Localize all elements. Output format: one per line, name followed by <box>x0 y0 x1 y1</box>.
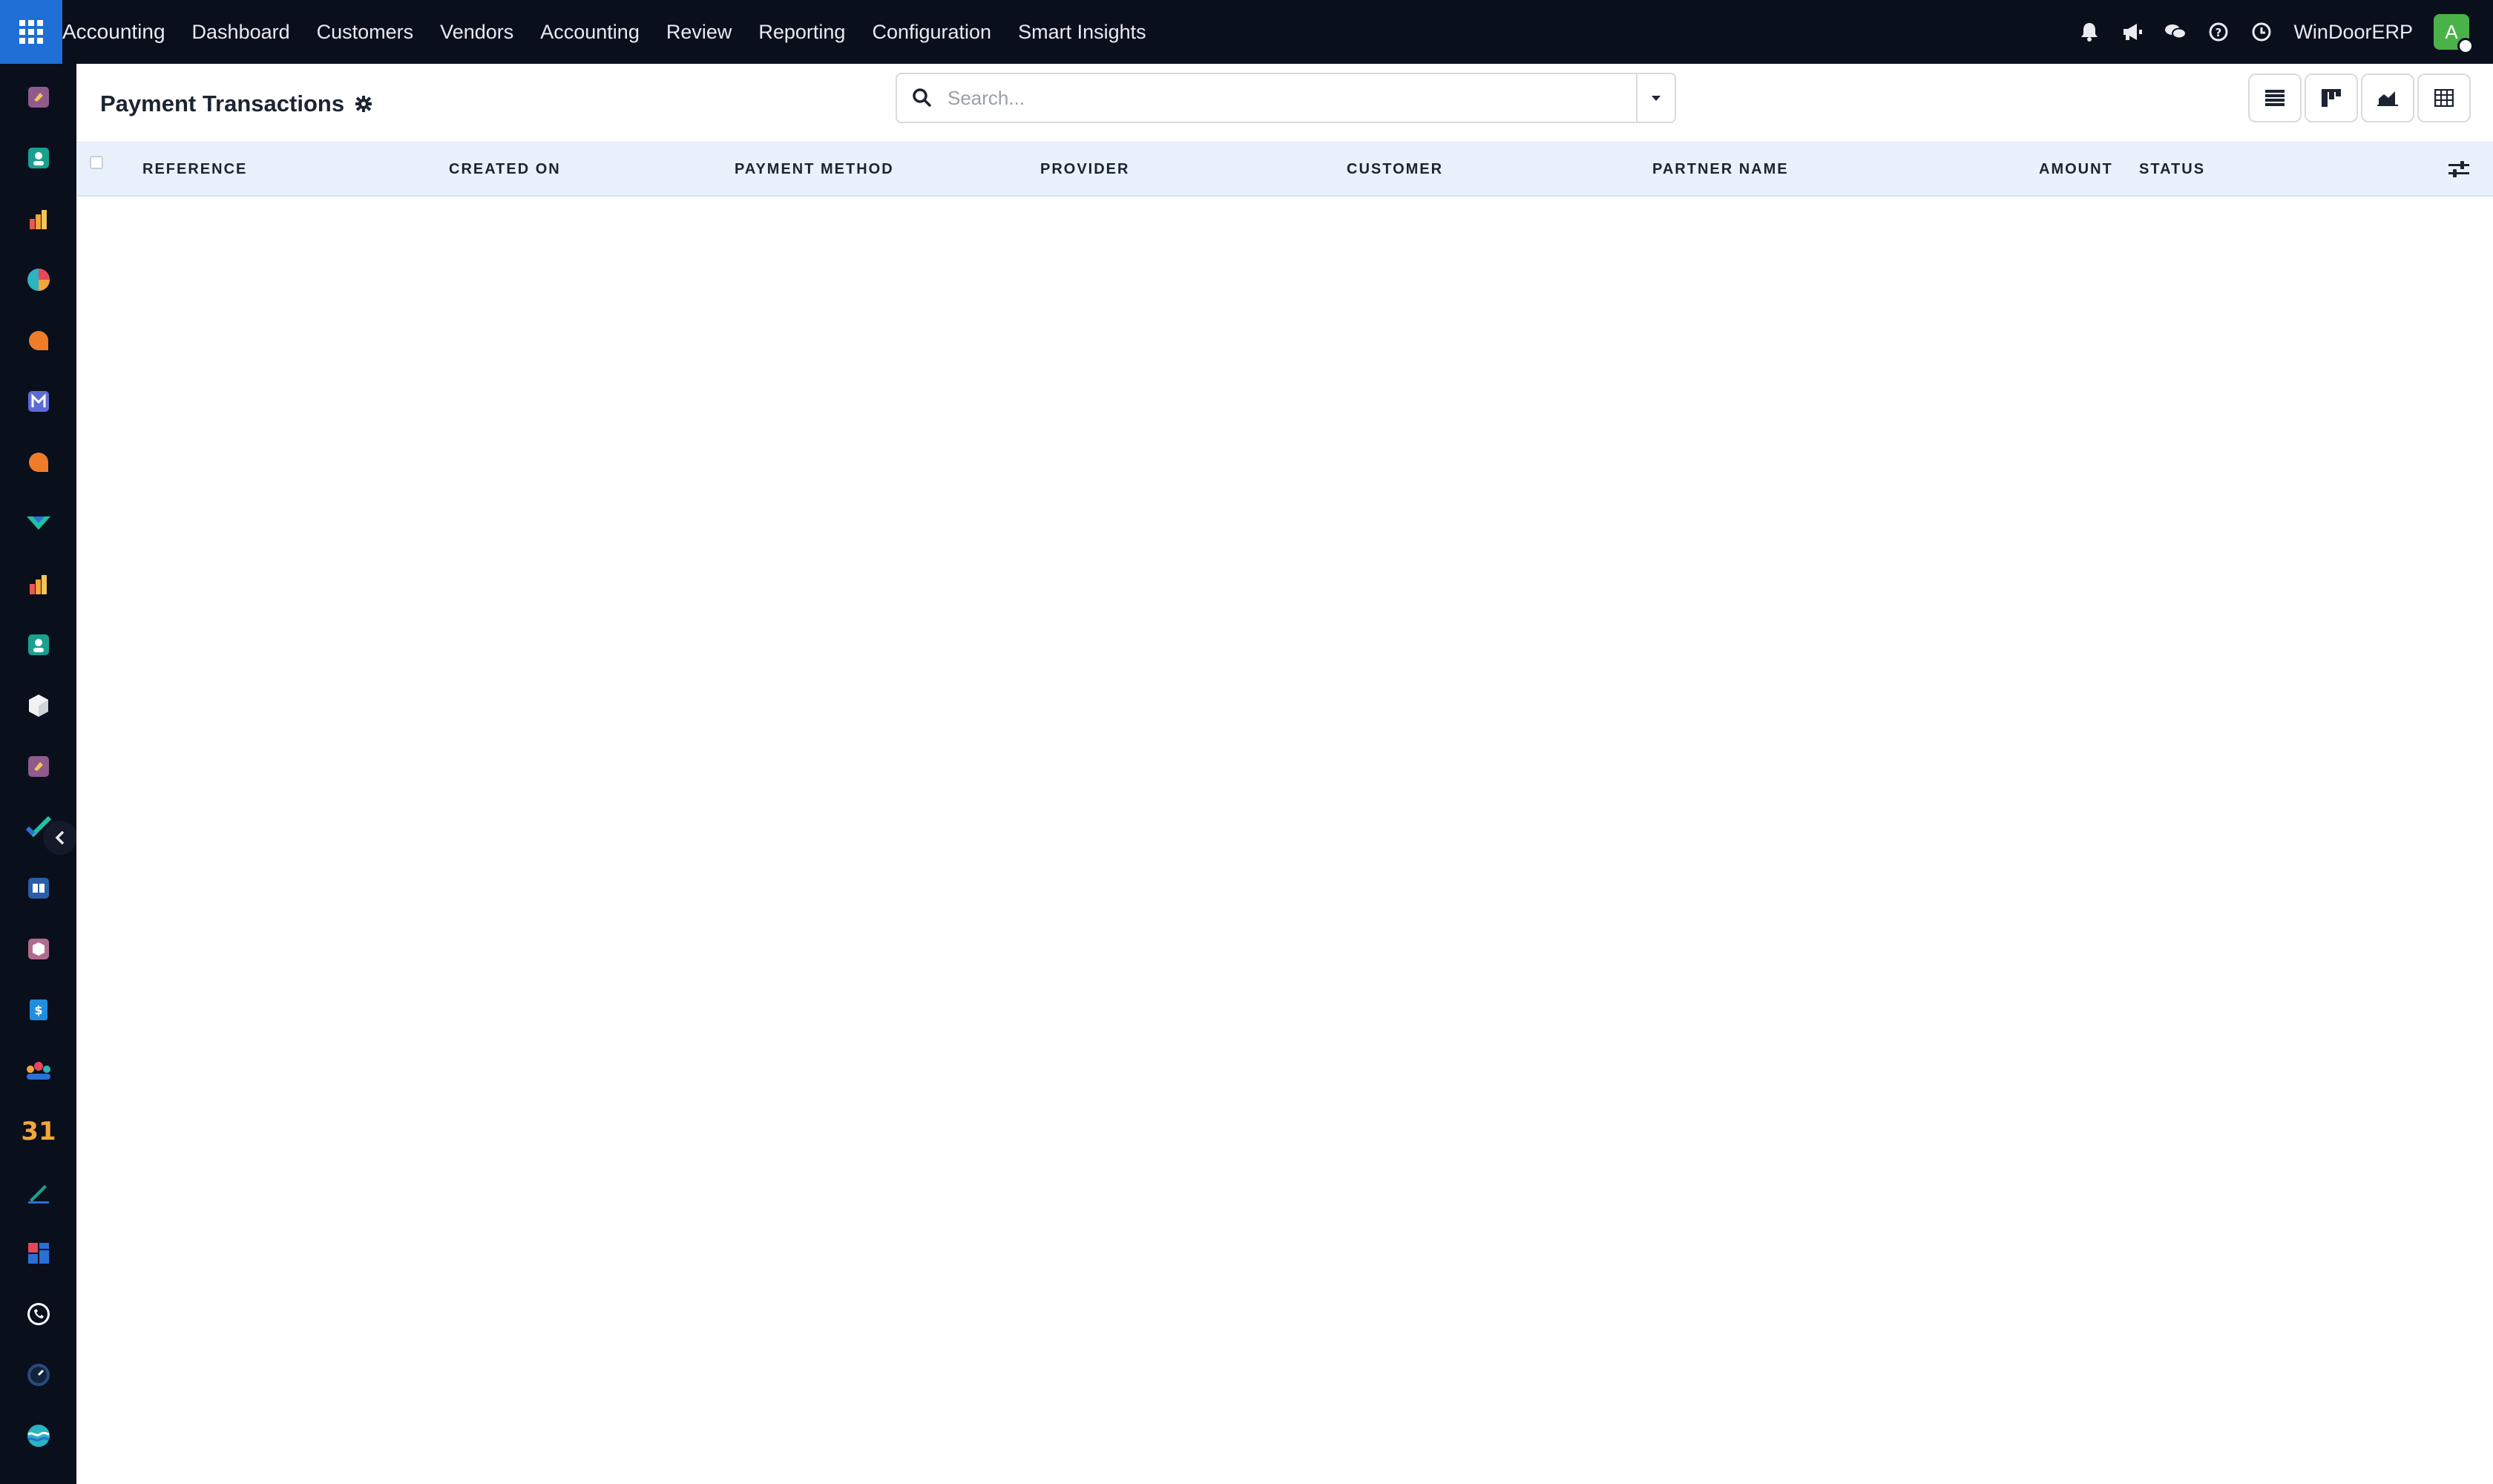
presence-dot <box>2457 38 2474 54</box>
column-amount[interactable]: Amount <box>2039 142 2113 197</box>
whatsapp-icon[interactable] <box>24 1300 53 1328</box>
gear-icon[interactable] <box>355 95 372 113</box>
control-panel: Payment Transactions <box>76 64 2493 142</box>
optional-columns-toggle[interactable] <box>2447 157 2471 181</box>
select-all-checkbox[interactable] <box>90 156 103 169</box>
box-icon[interactable] <box>24 935 53 963</box>
app-icon-1[interactable] <box>24 83 53 111</box>
view-switcher <box>2245 73 2471 122</box>
mail-icon[interactable] <box>24 387 53 416</box>
column-status[interactable]: Status <box>2139 142 2205 197</box>
megaphone-icon[interactable] <box>2121 21 2144 43</box>
table-icon <box>2434 89 2454 107</box>
menu-vendors[interactable]: Vendors <box>427 0 527 64</box>
pivot-view-button[interactable] <box>2417 73 2471 122</box>
systray: ? WinDoorERP A <box>2078 0 2493 64</box>
search-options-toggle[interactable] <box>1636 74 1675 122</box>
table-header: Reference Created On Payment Method Prov… <box>76 142 2493 197</box>
list-view-button[interactable] <box>2248 73 2302 122</box>
kanban-view-button[interactable] <box>2305 73 2358 122</box>
page-title: Payment Transactions <box>100 91 372 117</box>
svg-text:?: ? <box>2216 26 2222 39</box>
caret-down-icon <box>1652 96 1661 101</box>
reporting-icon[interactable] <box>24 205 53 233</box>
area-chart-icon <box>2377 91 2398 106</box>
mark-icon[interactable] <box>24 509 53 537</box>
menu-dashboard[interactable]: Dashboard <box>179 0 303 64</box>
apps-menu-button[interactable] <box>0 0 62 64</box>
dashboard-icon[interactable] <box>24 1239 53 1267</box>
discuss-icon[interactable] <box>24 448 53 476</box>
avatar-initial: A <box>2445 20 2458 43</box>
column-payment-method[interactable]: Payment Method <box>735 142 894 197</box>
chat-icon[interactable] <box>24 326 53 355</box>
chat-bubbles-icon[interactable] <box>2164 21 2187 43</box>
column-reference[interactable]: Reference <box>142 142 247 197</box>
sign-icon[interactable] <box>24 1178 53 1206</box>
sliders-icon <box>2448 161 2469 177</box>
help-icon[interactable]: ? <box>2207 21 2230 43</box>
app-icon-2[interactable] <box>24 752 53 781</box>
search-bar <box>896 73 1676 123</box>
search-input[interactable] <box>947 76 1636 120</box>
wave-icon[interactable] <box>24 1422 53 1450</box>
invoice-icon[interactable]: $ <box>24 996 53 1024</box>
app-sidebar: $ 31 <box>0 64 77 1484</box>
menu-review[interactable]: Review <box>653 0 746 64</box>
chevron-left-icon <box>55 830 65 845</box>
list-icon <box>2265 90 2285 106</box>
kanban-icon <box>2322 89 2341 107</box>
pie-icon[interactable] <box>24 266 53 294</box>
bell-icon[interactable] <box>2078 21 2101 43</box>
graph-view-button[interactable] <box>2361 73 2414 122</box>
page-title-text: Payment Transactions <box>100 91 345 116</box>
contacts-icon-2[interactable] <box>24 631 53 659</box>
reporting-icon-2[interactable] <box>24 570 53 598</box>
cube-icon[interactable] <box>24 692 53 720</box>
user-avatar[interactable]: A <box>2434 14 2474 54</box>
calendar-label: 31 <box>21 1117 56 1146</box>
grid-icon <box>19 20 43 44</box>
menu-accounting[interactable]: Accounting <box>527 0 653 64</box>
column-provider[interactable]: Provider <box>1040 142 1129 197</box>
menu-brand[interactable]: Accounting <box>62 0 179 64</box>
menu-configuration[interactable]: Configuration <box>858 0 1005 64</box>
company-name[interactable]: WinDoorERP <box>2293 21 2413 44</box>
column-partner-name[interactable]: Partner Name <box>1652 142 1789 197</box>
sidebar-collapse-button[interactable] <box>43 821 77 855</box>
team-icon[interactable] <box>24 1057 53 1085</box>
main-menu: Accounting Dashboard Customers Vendors A… <box>62 0 1160 64</box>
calendar-icon[interactable]: 31 <box>21 1117 56 1146</box>
column-customer[interactable]: Customer <box>1347 142 1443 197</box>
list-body <box>76 197 2493 1484</box>
menu-reporting[interactable]: Reporting <box>745 0 858 64</box>
menu-smart-insights[interactable]: Smart Insights <box>1005 0 1160 64</box>
top-navbar: Accounting Dashboard Customers Vendors A… <box>0 0 2493 64</box>
menu-customers[interactable]: Customers <box>303 0 427 64</box>
column-created-on[interactable]: Created On <box>449 142 561 197</box>
knowledge-icon[interactable] <box>24 874 53 902</box>
search-icon[interactable] <box>897 74 947 122</box>
svg-text:$: $ <box>34 1003 42 1017</box>
clock-icon[interactable] <box>24 1361 53 1389</box>
activity-clock-icon[interactable] <box>2250 21 2273 43</box>
contacts-icon[interactable] <box>24 144 53 172</box>
